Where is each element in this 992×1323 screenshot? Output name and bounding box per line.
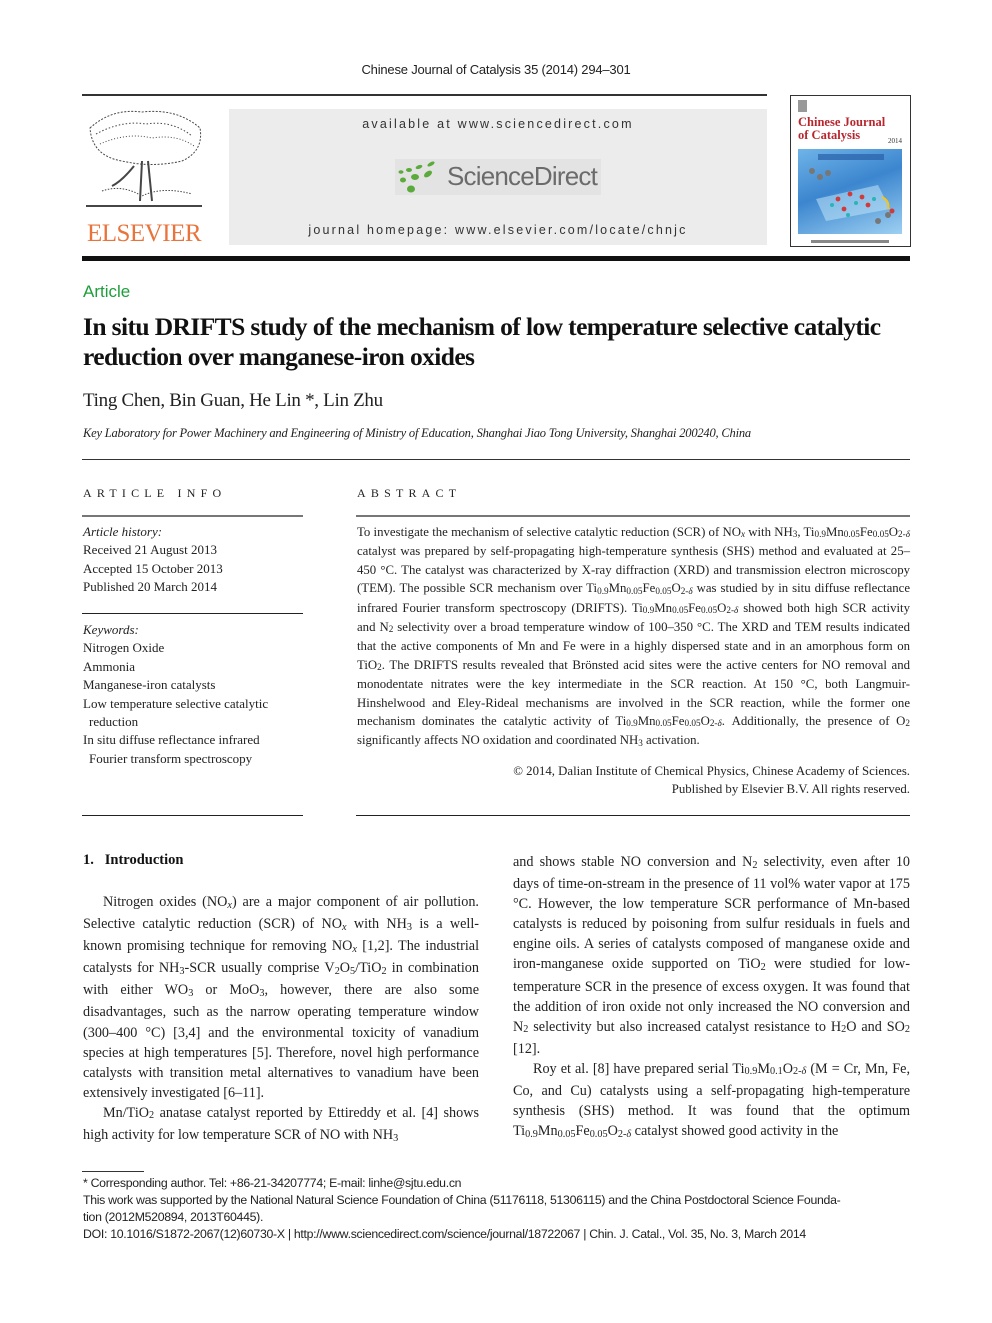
keywords-label: Keywords: (83, 622, 139, 637)
accepted-date: Accepted 15 October 2013 (83, 560, 223, 576)
funding-note: This work was supported by the National … (83, 1193, 841, 1207)
cover-molecule-image (798, 149, 902, 234)
header-rule (82, 94, 767, 96)
elsevier-tree-icon (86, 110, 202, 207)
journal-cover-thumbnail[interactable]: Chinese Journal of Catalysis 2014 (790, 95, 911, 247)
history-label: Article history: (83, 524, 163, 539)
abstract-heading: ABSTRACT (357, 486, 462, 500)
article-history: Article history: Received 21 August 2013… (83, 523, 308, 597)
sciencedirect-leaves-icon (398, 161, 435, 193)
article-title: In situ DRIFTS study of the mechanism of… (83, 312, 881, 371)
publisher-rights: Published by Elsevier B.V. All rights re… (671, 782, 910, 796)
copyright-notice: © 2014, Dalian Institute of Chemical Phy… (513, 764, 910, 778)
body-left-column: Nitrogen oxides (NOx) are a major compon… (83, 892, 479, 1147)
journal-homepage-link[interactable]: journal homepage: www.elsevier.com/locat… (229, 223, 767, 237)
abstract-bottom-rule (356, 815, 910, 816)
molecule-illustration-icon (809, 154, 895, 224)
body-paragraph: Nitrogen oxides (NOx) are a major compon… (83, 894, 480, 1101)
author-list[interactable]: Ting Chen, Bin Guan, He Lin *, Lin Zhu (83, 390, 383, 412)
keyword: Low temperature selective catalytic redu… (83, 695, 269, 730)
abstract-text: To investigate the mechanism of selectiv… (357, 525, 911, 748)
footnotes: * Corresponding author. Tel: +86-21-3420… (83, 1175, 911, 1243)
published-date: Published 20 March 2014 (83, 579, 217, 595)
body-right-column: and shows stable NO conversion and N2 se… (513, 852, 910, 1143)
available-at-link[interactable]: available at www.sciencedirect.com (229, 117, 767, 131)
body-paragraph: and shows stable NO conversion and N2 se… (513, 854, 911, 1057)
cover-year: 2014 (888, 137, 902, 145)
title-rule (82, 459, 910, 460)
sciencedirect-banner: available at www.sciencedirect.com Scien… (229, 109, 767, 245)
sciencedirect-logo[interactable]: ScienceDirect (395, 159, 601, 195)
cover-title: Chinese Journal of Catalysis (798, 115, 886, 142)
abstract-rule (356, 515, 910, 517)
funding-note-cont: tion (2012M520894, 2013T60445). (83, 1210, 264, 1224)
keywords-block: Keywords: Nitrogen Oxide Ammonia Mangane… (83, 621, 298, 768)
keyword: In situ diffuse reflectance infrared Fou… (83, 732, 260, 766)
cover-logo-icon (798, 100, 807, 112)
elsevier-wordmark: ELSEVIER (86, 220, 202, 247)
body-paragraph: Roy et al. [8] have prepared serial Ti0.… (513, 1060, 911, 1140)
sciencedirect-wordmark: ScienceDirect (447, 161, 598, 191)
journal-reference: Chinese Journal of Catalysis 35 (2014) 2… (361, 62, 631, 77)
body-paragraph: Mn/TiO2 anatase catalyst reported by Ett… (83, 1104, 479, 1144)
affiliation: Key Laboratory for Power Machinery and E… (83, 426, 751, 440)
keyword: Nitrogen Oxide (83, 640, 165, 656)
article-info-bottom-rule (82, 815, 303, 816)
doi-line[interactable]: DOI: 10.1016/S1872-2067(12)60730-X | htt… (83, 1226, 911, 1243)
article-info-heading: ARTICLE INFO (83, 486, 227, 500)
keyword: Ammonia (83, 658, 135, 674)
elsevier-logo[interactable]: ELSEVIER (82, 106, 206, 248)
header-thick-rule (82, 256, 910, 261)
footnote-rule (82, 1171, 144, 1172)
received-date: Received 21 August 2013 (83, 542, 217, 558)
keyword: Manganese-iron catalysts (83, 677, 216, 693)
article-type: Article (83, 282, 131, 301)
corresponding-author-note[interactable]: * Corresponding author. Tel: +86-21-3420… (83, 1175, 911, 1192)
history-rule (82, 613, 303, 614)
section-heading-introduction: 1. Introduction (83, 852, 184, 868)
cover-footer (811, 240, 889, 243)
article-info-rule (82, 515, 303, 517)
